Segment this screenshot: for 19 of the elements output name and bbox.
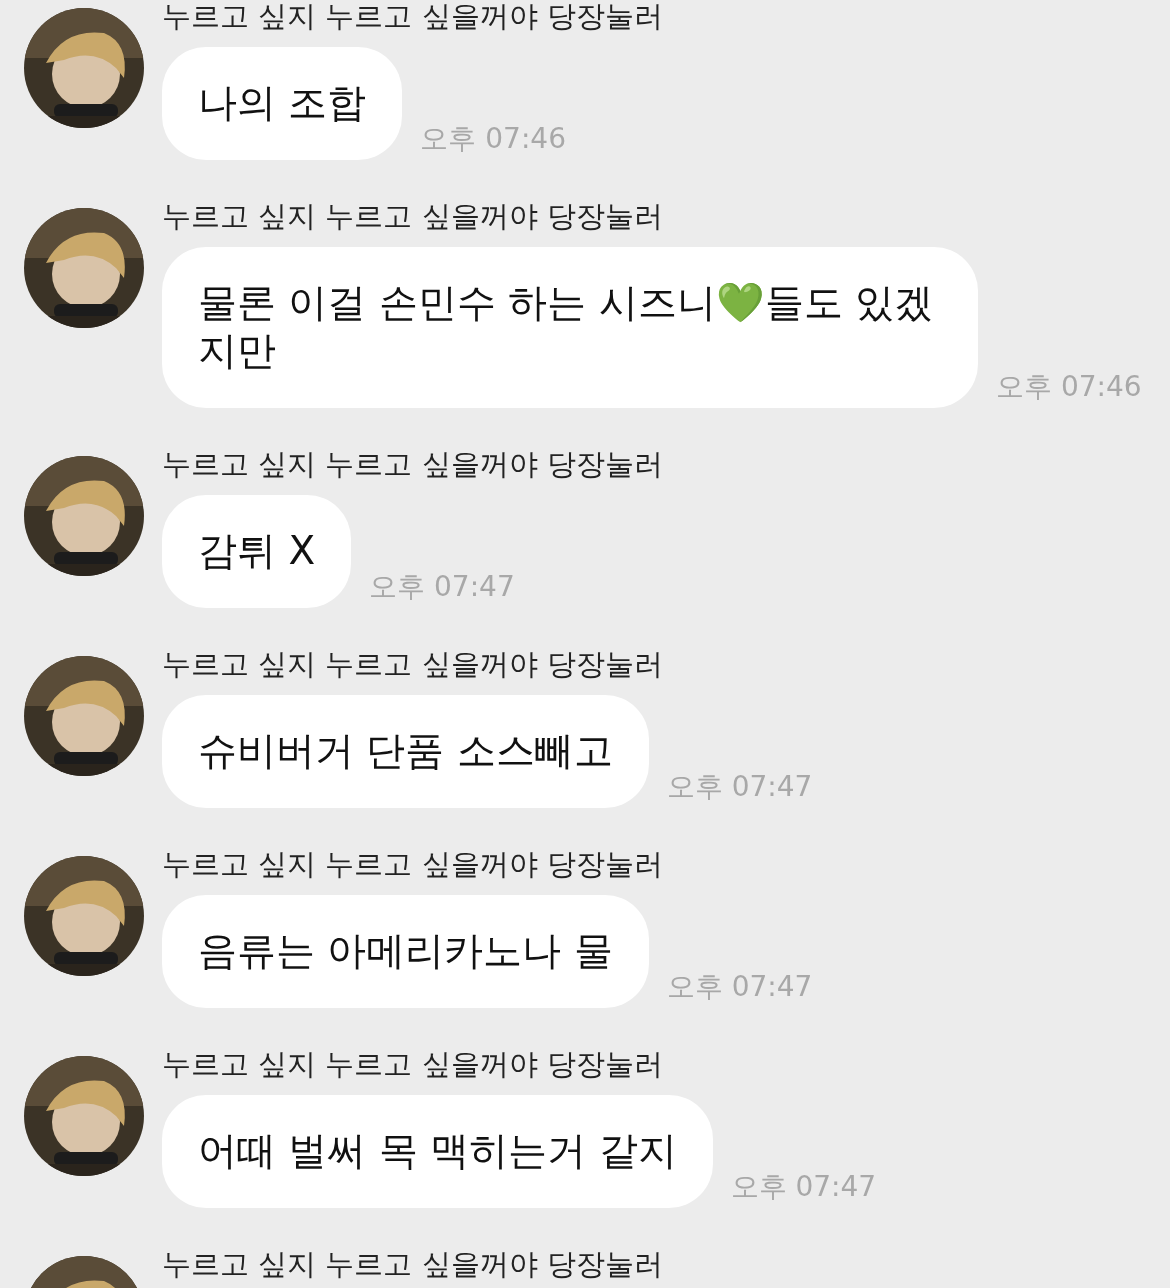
sender-name: 누르고 싶지 누르고 싶을꺼야 당장눌러 — [162, 1248, 663, 1280]
message-time: 오후 07:47 — [666, 769, 813, 805]
message-time: 오후 07:47 — [666, 969, 813, 1005]
message-time: 오후 07:47 — [730, 1169, 877, 1205]
message-time: 오후 07:46 — [420, 121, 566, 157]
sender-name: 누르고 싶지 누르고 싶을꺼야 당장눌러 — [162, 200, 664, 232]
sender-name: 누르고 싶지 누르고 싶을꺼야 당장눌러 — [162, 1048, 664, 1080]
message-bubble: 감튀 X — [162, 495, 352, 608]
sender-name: 누르고 싶지 누르고 싶을꺼야 당장눌러 — [162, 448, 663, 480]
sender-name: 누르고 싶지 누르고 싶을꺼야 당장눌러 — [162, 0, 663, 32]
message-time: 오후 07:46 — [996, 369, 1142, 405]
sender-name: 누르고 싶지 누르고 싶을꺼야 당장눌러 — [162, 848, 664, 880]
message-bubble: 물론 이걸 손민수 하는 시즈니💚들도 있겠지만 — [162, 247, 978, 408]
message-time: 오후 07:47 — [369, 569, 515, 605]
message-bubble: 어때 벌써 목 맥히는거 같지 — [162, 1095, 713, 1208]
message-bubble: 나의 조합 — [162, 47, 403, 160]
sender-name: 누르고 싶지 누르고 싶을꺼야 당장눌러 — [162, 648, 664, 680]
message-bubble: 슈비버거 단품 소스빼고 — [162, 695, 649, 808]
message-bubble: 음류는 아메리카노나 물 — [162, 895, 649, 1008]
